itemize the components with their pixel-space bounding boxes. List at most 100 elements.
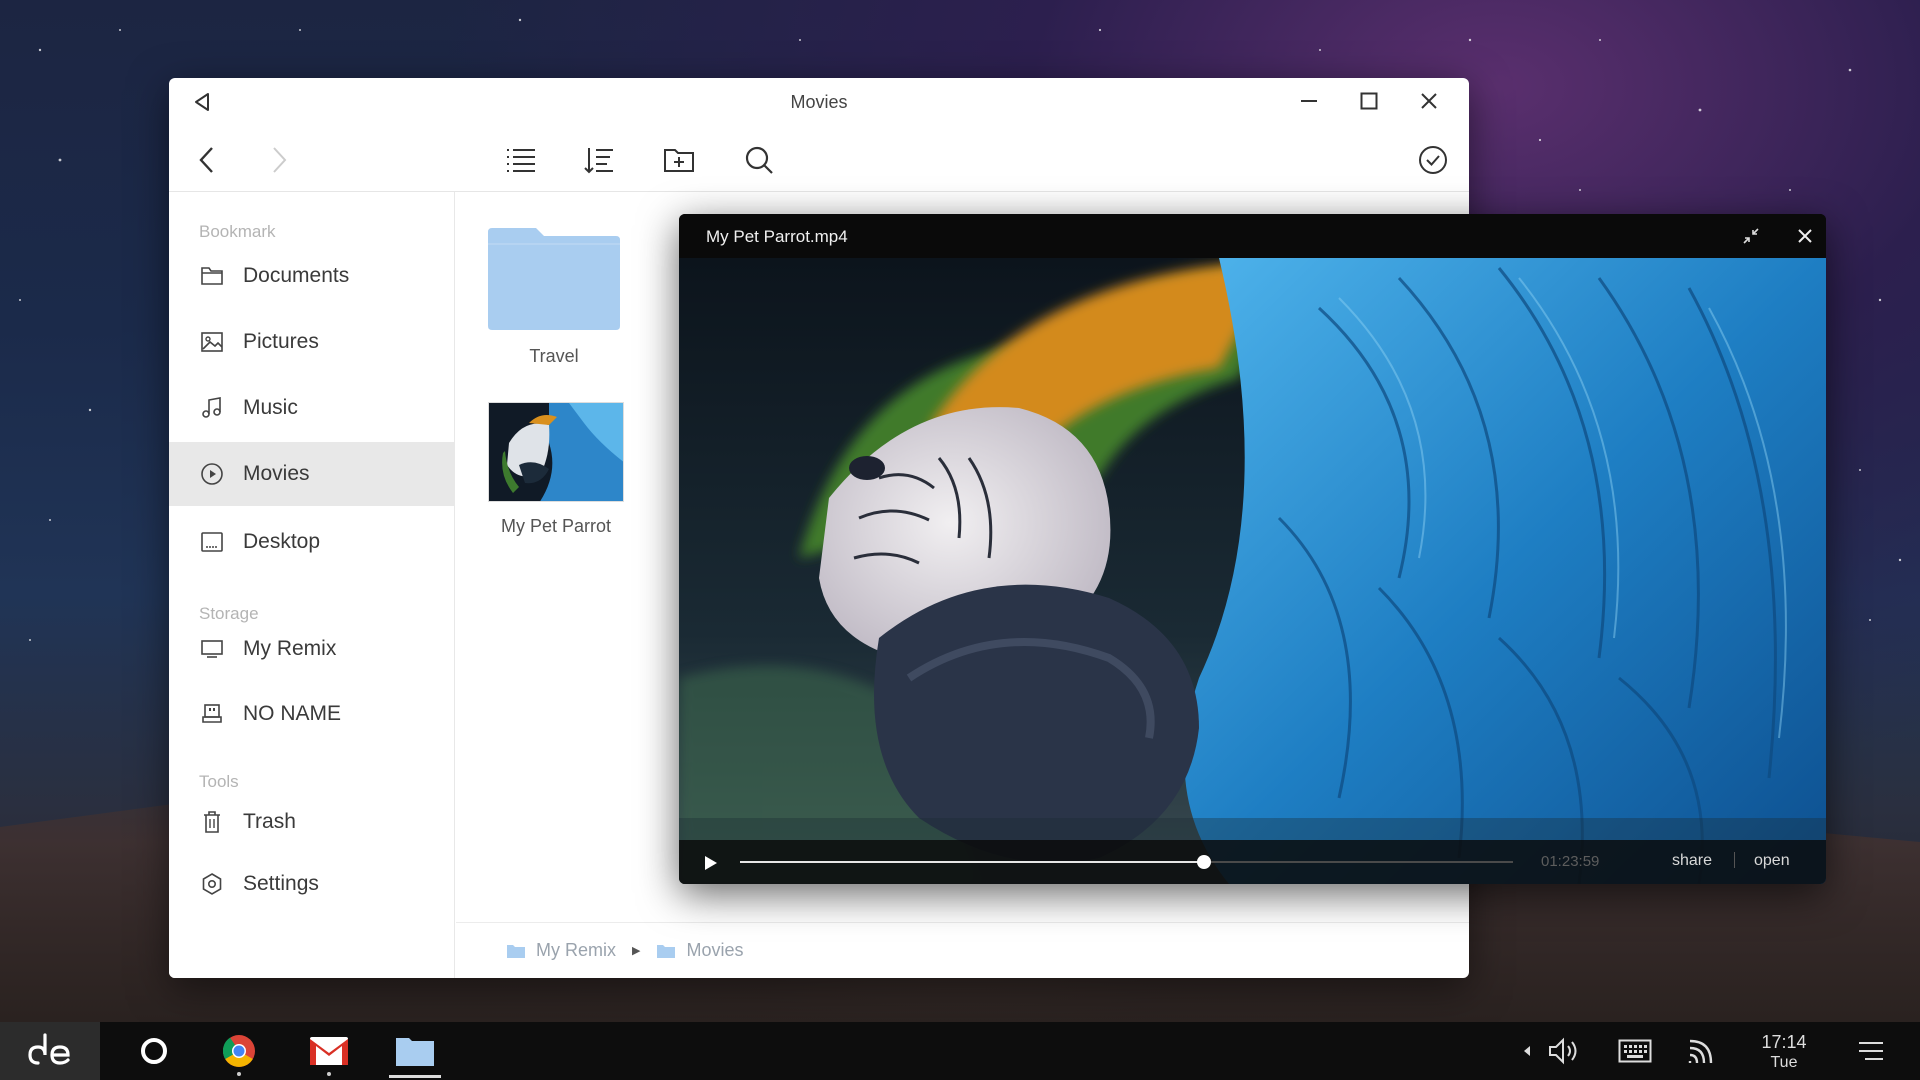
desktop-icon (199, 529, 225, 555)
search-button[interactable] (741, 142, 777, 178)
caret-left-icon (1524, 1046, 1530, 1056)
sidebar-item-label: My Remix (243, 637, 337, 660)
sidebar-item-music[interactable]: Music (169, 376, 455, 440)
sidebar-item-label: Settings (243, 872, 319, 895)
select-button[interactable] (1415, 142, 1451, 178)
video-title-bar: My Pet Parrot.mp4 (679, 214, 1826, 258)
menu-button[interactable] (1854, 1034, 1888, 1068)
sidebar-item-trash[interactable]: Trash (169, 790, 455, 854)
folder-icon (657, 944, 676, 958)
taskbar-app-opera[interactable] (126, 1022, 182, 1080)
sidebar-item-desktop[interactable]: Desktop (169, 510, 455, 574)
section-label-tools: Tools (199, 772, 239, 791)
seek-progress (740, 861, 1204, 863)
sort-button[interactable] (581, 142, 617, 178)
video-tile-my-pet-parrot[interactable]: My Pet Parrot (476, 402, 636, 537)
tray-expand-button[interactable] (1520, 1034, 1534, 1068)
maximize-icon (1360, 92, 1378, 110)
running-indicator (237, 1072, 241, 1076)
close-icon (1798, 229, 1812, 243)
breadcrumb-item-movies[interactable]: Movies (656, 940, 743, 961)
opera-icon (141, 1038, 167, 1064)
breadcrumb-item-my-remix[interactable]: My Remix (506, 940, 616, 961)
seek-handle[interactable] (1196, 855, 1211, 869)
list-view-button[interactable] (503, 142, 539, 178)
clock[interactable]: 17:14 Tue (1753, 1032, 1815, 1072)
sidebar-item-documents[interactable]: Documents (169, 244, 455, 308)
close-icon (1421, 93, 1437, 109)
video-controls: 01:23:59 share open (679, 840, 1826, 884)
sidebar: Bookmark Documents Pictures Music Movies (169, 192, 455, 978)
gmail-icon (310, 1037, 348, 1065)
new-folder-button[interactable] (661, 142, 697, 178)
sidebar-item-label: NO NAME (243, 702, 342, 725)
cast-button[interactable] (1685, 1034, 1719, 1068)
folder-icon (507, 944, 525, 958)
volume-button[interactable] (1545, 1034, 1585, 1068)
monitor-icon (199, 636, 225, 662)
volume-icon (1549, 1037, 1577, 1065)
sidebar-item-settings[interactable]: Settings (169, 852, 455, 916)
chrome-icon (223, 1035, 255, 1067)
toolbar (169, 124, 1469, 192)
cast-icon (1688, 1039, 1713, 1064)
sidebar-item-movies[interactable]: Movies (169, 442, 455, 506)
folder-icon (488, 228, 620, 330)
music-note-icon (199, 395, 225, 421)
title-bar: Movies (169, 78, 1469, 124)
video-title: My Pet Parrot.mp4 (706, 227, 848, 246)
launcher-button[interactable] (0, 1022, 100, 1080)
sidebar-item-label: Documents (243, 264, 350, 287)
video-frame[interactable] (679, 258, 1826, 884)
sidebar-item-my-remix[interactable]: My Remix (169, 617, 455, 681)
folder-tile-travel[interactable]: Travel (474, 228, 634, 367)
keyboard-button[interactable] (1617, 1034, 1653, 1068)
nav-forward-button[interactable] (261, 142, 297, 178)
check-circle-icon (1419, 146, 1447, 174)
window-title: Movies (790, 92, 848, 112)
play-button[interactable] (699, 852, 721, 874)
share-button[interactable]: share (1672, 852, 1712, 870)
hamburger-menu-icon (1859, 1042, 1883, 1060)
section-label-bookmark: Bookmark (199, 222, 276, 241)
file-name: Travel (529, 346, 579, 366)
minimize-button[interactable] (1279, 84, 1339, 118)
active-app-indicator (389, 1075, 441, 1078)
nav-back-button[interactable] (189, 142, 225, 178)
controls-divider (1734, 852, 1735, 868)
sidebar-item-label: Music (243, 396, 298, 419)
file-name: My Pet Parrot (500, 516, 612, 536)
sort-icon (584, 148, 613, 174)
maximize-button[interactable] (1339, 84, 1399, 118)
chevron-left-icon (199, 147, 213, 173)
shrink-icon (1743, 228, 1759, 244)
play-icon (705, 856, 717, 870)
sidebar-item-label: Desktop (243, 530, 321, 553)
sidebar-item-no-name[interactable]: NO NAME (169, 682, 455, 746)
sidebar-item-pictures[interactable]: Pictures (169, 310, 455, 374)
video-thumbnail (488, 402, 624, 502)
parrot-video-image (679, 258, 1826, 884)
sidebar-item-label: Trash (243, 810, 296, 833)
video-time: 01:23:59 (1541, 853, 1600, 870)
shrink-button[interactable] (1731, 221, 1771, 251)
window-controls (1279, 84, 1459, 118)
close-button[interactable] (1399, 84, 1459, 118)
gear-icon (199, 871, 225, 897)
image-icon (199, 329, 225, 355)
search-icon (745, 146, 773, 174)
open-button[interactable]: open (1754, 852, 1790, 870)
remix-logo-icon (28, 1033, 70, 1065)
taskbar-app-gmail[interactable] (301, 1022, 357, 1080)
taskbar-app-files[interactable] (387, 1022, 443, 1080)
taskbar-app-chrome[interactable] (211, 1022, 267, 1080)
folder-icon (199, 263, 225, 289)
video-close-button[interactable] (1785, 221, 1825, 251)
trash-icon (199, 809, 225, 835)
breadcrumb: My Remix ▶ Movies (456, 922, 1469, 978)
clock-day: Tue (1770, 1054, 1798, 1071)
list-view-icon (507, 149, 535, 172)
seek-bar[interactable] (740, 855, 1513, 869)
running-indicator (327, 1072, 331, 1076)
video-player-window: My Pet Parrot.mp4 01:23:59 share open (679, 214, 1826, 884)
